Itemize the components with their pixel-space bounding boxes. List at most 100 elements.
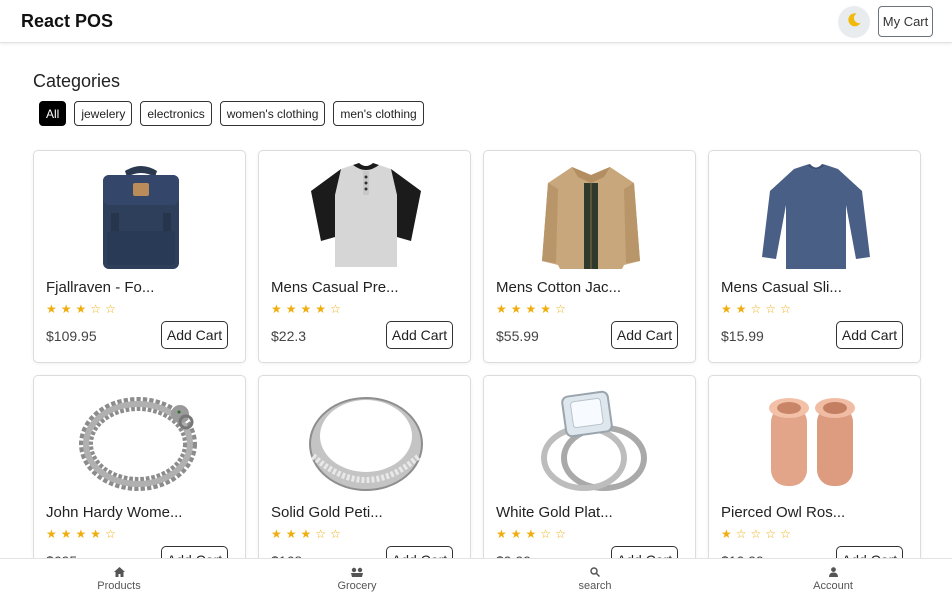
my-cart-button[interactable]: My Cart <box>878 6 933 37</box>
nav-account[interactable]: Account <box>714 559 952 598</box>
rating-stars: ★ ★ ★ ☆ ☆ <box>46 302 116 316</box>
nav-products-label: Products <box>97 579 141 592</box>
product-card: Mens Casual Pre... ★ ★ ★ ★ ☆ $22.3 Add Cart <box>258 150 471 363</box>
star-empty-icon: ☆ <box>750 527 762 541</box>
star-filled-icon: ★ <box>525 302 537 316</box>
star-empty-icon: ☆ <box>780 302 791 316</box>
star-filled-icon: ★ <box>75 302 87 316</box>
category-womens-clothing-button[interactable]: women's clothing <box>219 101 326 126</box>
nav-products[interactable]: Products <box>0 559 238 598</box>
star-empty-icon: ☆ <box>735 527 747 541</box>
star-filled-icon: ★ <box>271 527 282 541</box>
star-filled-icon: ★ <box>90 527 102 541</box>
product-card: Solid Gold Peti... ★★★☆☆ $168 Add Cart <box>258 375 471 588</box>
star-filled-icon: ★ <box>300 302 312 316</box>
user-icon <box>828 566 838 578</box>
long-sleeve-shirt-image[interactable] <box>709 159 920 274</box>
grocery-icon <box>351 566 363 578</box>
star-empty-icon: ☆ <box>780 527 791 541</box>
star-filled-icon: ★ <box>540 302 552 316</box>
nav-account-label: Account <box>813 579 853 592</box>
product-price: $15.99 <box>721 328 764 344</box>
star-filled-icon: ★ <box>721 527 732 541</box>
star-empty-icon: ☆ <box>540 527 552 541</box>
rating-stars: ★ ★ ★ ★ ☆ <box>271 302 341 316</box>
product-title[interactable]: Solid Gold Peti... <box>271 504 383 521</box>
add-cart-button[interactable]: Add Cart <box>386 321 453 349</box>
star-filled-icon: ★ <box>60 527 72 541</box>
product-title[interactable]: Pierced Owl Ros... <box>721 504 845 521</box>
bottom-navigation: Products Grocery search Account <box>0 558 952 598</box>
add-cart-button[interactable]: Add Cart <box>611 321 678 349</box>
star-filled-icon: ★ <box>285 302 297 316</box>
product-title[interactable]: Fjallraven - Fo... <box>46 279 154 296</box>
star-filled-icon: ★ <box>75 527 87 541</box>
star-filled-icon: ★ <box>496 527 507 541</box>
home-icon <box>113 566 125 578</box>
add-cart-button[interactable]: Add Cart <box>836 321 903 349</box>
rose-gold-plugs-image[interactable] <box>709 384 920 499</box>
category-filter-bar: All jewelery electronics women's clothin… <box>39 101 424 126</box>
star-filled-icon: ★ <box>271 302 282 316</box>
category-mens-clothing-button[interactable]: men's clothing <box>333 101 424 126</box>
star-filled-icon: ★ <box>300 527 312 541</box>
brand-title[interactable]: React POS <box>21 11 113 32</box>
rating-stars: ★ ★ ★ ★ ☆ <box>46 527 116 541</box>
raglan-tshirt-image[interactable] <box>259 159 470 274</box>
category-electronics-button[interactable]: electronics <box>140 101 212 126</box>
theme-toggle-button[interactable] <box>838 6 870 38</box>
product-price: $22.3 <box>271 328 307 344</box>
backpack-image[interactable] <box>34 159 245 274</box>
star-empty-icon: ☆ <box>105 527 116 541</box>
star-filled-icon: ★ <box>510 302 522 316</box>
star-filled-icon: ★ <box>721 302 732 316</box>
chain-bracelet-image[interactable] <box>34 384 245 499</box>
product-title[interactable]: White Gold Plat... <box>496 504 613 521</box>
star-filled-icon: ★ <box>496 302 507 316</box>
product-card: Mens Cotton Jac... ★ ★ ★ ★ ☆ $55.99 Add Cart <box>483 150 696 363</box>
moon-icon <box>846 12 862 33</box>
product-title[interactable]: Mens Casual Pre... <box>271 279 399 296</box>
star-filled-icon: ★ <box>525 527 537 541</box>
category-all-button[interactable]: All <box>39 101 67 126</box>
rating-stars: ★ ★ ★ ☆ ☆ <box>271 527 341 541</box>
category-jewelery-button[interactable]: jewelery <box>74 101 133 126</box>
star-empty-icon: ☆ <box>90 302 102 316</box>
star-empty-icon: ☆ <box>765 527 777 541</box>
nav-search[interactable]: search <box>476 559 714 598</box>
star-filled-icon: ★ <box>60 302 72 316</box>
product-title[interactable]: Mens Cotton Jac... <box>496 279 621 296</box>
nav-search-label: search <box>578 579 612 592</box>
star-filled-icon: ★ <box>510 527 522 541</box>
star-empty-icon: ☆ <box>555 527 566 541</box>
rating-stars: ★ ☆ ☆ ☆ ☆ <box>721 527 791 541</box>
star-filled-icon: ★ <box>285 527 297 541</box>
star-empty-icon: ☆ <box>330 302 341 316</box>
product-card: John Hardy Wome... ★★★★☆ $695 Add Cart <box>33 375 246 588</box>
product-price: $109.95 <box>46 328 97 344</box>
product-price: $55.99 <box>496 328 539 344</box>
star-empty-icon: ☆ <box>330 527 341 541</box>
star-empty-icon: ☆ <box>765 302 777 316</box>
search-icon <box>590 566 600 578</box>
star-filled-icon: ★ <box>46 527 57 541</box>
product-title[interactable]: Mens Casual Sli... <box>721 279 842 296</box>
rating-stars: ★ ★ ★ ★ ☆ <box>496 302 566 316</box>
nav-grocery[interactable]: Grocery <box>238 559 476 598</box>
jacket-image[interactable] <box>484 159 695 274</box>
star-empty-icon: ☆ <box>750 302 762 316</box>
rating-stars: ★ ★ ★ ☆ ☆ <box>496 527 566 541</box>
top-navbar: React POS My Cart <box>0 0 952 43</box>
product-title[interactable]: John Hardy Wome... <box>46 504 182 521</box>
add-cart-button[interactable]: Add Cart <box>161 321 228 349</box>
nav-grocery-label: Grocery <box>337 579 377 592</box>
star-empty-icon: ☆ <box>315 527 327 541</box>
star-filled-icon: ★ <box>735 302 747 316</box>
product-card: Pierced Owl Ros... ★☆☆☆☆ $10.99 Add Cart <box>708 375 921 588</box>
star-filled-icon: ★ <box>46 302 57 316</box>
diamond-ring-image[interactable] <box>484 384 695 499</box>
silver-ring-image[interactable] <box>259 384 470 499</box>
product-grid: Fjallraven - Fo... ★ ★ ★ ☆ ☆ $109.95 Add Car… <box>33 150 921 588</box>
product-card: Fjallraven - Fo... ★ ★ ★ ☆ ☆ $109.95 Add Car… <box>33 150 246 363</box>
product-card: White Gold Plat... ★★★☆☆ $9.99 Add Cart <box>483 375 696 588</box>
